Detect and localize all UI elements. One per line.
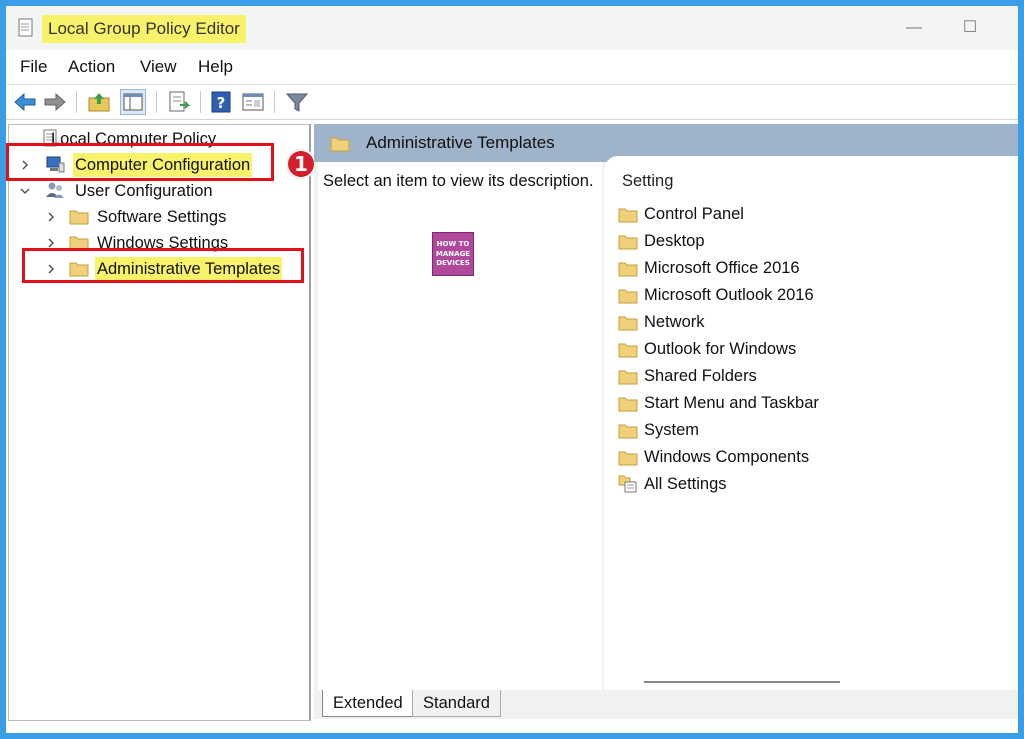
folder-icon (618, 397, 638, 412)
title-bar: Local Group Policy Editor — ☐ (6, 6, 1018, 50)
list-item-label: All Settings (644, 475, 727, 493)
console-tree: Local Computer Policy Computer Configura… (8, 124, 311, 721)
folder-icon (618, 262, 638, 277)
toolbar-separator (200, 91, 201, 113)
folder-icon (618, 370, 638, 385)
results-header-title: Administrative Templates (366, 133, 555, 152)
toolbar: ? (6, 85, 1018, 120)
menu-file[interactable]: File (20, 56, 47, 78)
list-item-label: Windows Components (644, 448, 810, 466)
tab-standard[interactable]: Standard (412, 690, 501, 717)
list-item-label: Network (644, 313, 705, 331)
all-settings-icon (618, 475, 637, 493)
menu-action[interactable]: Action (68, 56, 115, 78)
logo-text-bottom: DEVICES (436, 259, 470, 267)
folder-icon (618, 208, 638, 223)
list-item-label: Shared Folders (644, 367, 757, 385)
list-item-label: System (644, 421, 700, 439)
gpedit-window: Local Group Policy Editor — ☐ File Actio… (6, 6, 1018, 733)
window-title: Local Group Policy Editor (42, 15, 246, 43)
annotation-box-administrative-templates (22, 248, 304, 283)
chevron-right-icon[interactable] (45, 211, 57, 223)
filter-icon[interactable] (284, 89, 310, 115)
list-item-label: Microsoft Office 2016 (644, 259, 800, 277)
annotation-box-computer-configuration (6, 143, 274, 181)
logo-text-top: HOW TO (436, 240, 470, 248)
users-icon (46, 182, 64, 198)
show-hide-tree-icon[interactable] (120, 89, 146, 115)
list-item-label: Control Panel (644, 205, 744, 223)
toolbar-separator (76, 91, 77, 113)
how-to-manage-devices-logo: HOW TO MANAGE DEVICES (432, 232, 474, 276)
folder-icon (618, 343, 638, 358)
list-item-label: Start Menu and Taskbar (644, 394, 819, 412)
annotation-badge-1: 1 (286, 149, 316, 179)
toolbar-separator (156, 91, 157, 113)
svg-text:?: ? (217, 94, 226, 112)
minimize-button[interactable]: — (902, 16, 926, 40)
menu-bar: File Action View Help (6, 50, 1018, 85)
list-item-label: Desktop (644, 232, 705, 250)
list-item-label: Outlook for Windows (644, 340, 797, 358)
properties-view-icon[interactable] (240, 89, 266, 115)
horizontal-scrollbar[interactable] (644, 681, 840, 683)
folder-icon (618, 424, 638, 439)
tree-label: Software Settings (97, 208, 227, 226)
folder-icon (618, 451, 638, 466)
folder-icon (618, 235, 638, 250)
folder-icon (330, 137, 350, 152)
maximize-button[interactable]: ☐ (958, 16, 982, 40)
forward-arrow-icon[interactable] (42, 89, 68, 115)
help-icon[interactable]: ? (208, 89, 234, 115)
list-item-label: Microsoft Outlook 2016 (644, 286, 814, 304)
view-tabs: Extended Standard (314, 690, 1018, 719)
description-text: Select an item to view its description. (323, 172, 594, 190)
up-folder-icon[interactable] (86, 89, 112, 115)
policy-editor-icon (18, 18, 33, 37)
settings-list: Setting Control Panel Desktop Microsoft … (604, 156, 1018, 690)
folder-icon (618, 316, 638, 331)
tab-extended[interactable]: Extended (322, 690, 414, 717)
tree-item-user-configuration[interactable]: User Configuration (19, 179, 299, 203)
logo-text-mid: MANAGE (435, 250, 471, 258)
results-pane: Administrative Templates Select an item … (314, 124, 1018, 719)
description-pane: Select an item to view its description. … (318, 162, 602, 690)
column-header-setting[interactable]: Setting (622, 172, 673, 191)
chevron-down-icon[interactable] (19, 185, 31, 197)
back-arrow-icon[interactable] (12, 89, 38, 115)
folder-icon (69, 210, 89, 225)
toolbar-separator (274, 91, 275, 113)
tree-label: User Configuration (75, 182, 213, 200)
folder-icon (618, 289, 638, 304)
menu-view[interactable]: View (140, 56, 177, 78)
tree-item-software-settings[interactable]: Software Settings (45, 205, 295, 229)
menu-help[interactable]: Help (198, 56, 233, 78)
export-list-icon[interactable] (166, 89, 192, 115)
